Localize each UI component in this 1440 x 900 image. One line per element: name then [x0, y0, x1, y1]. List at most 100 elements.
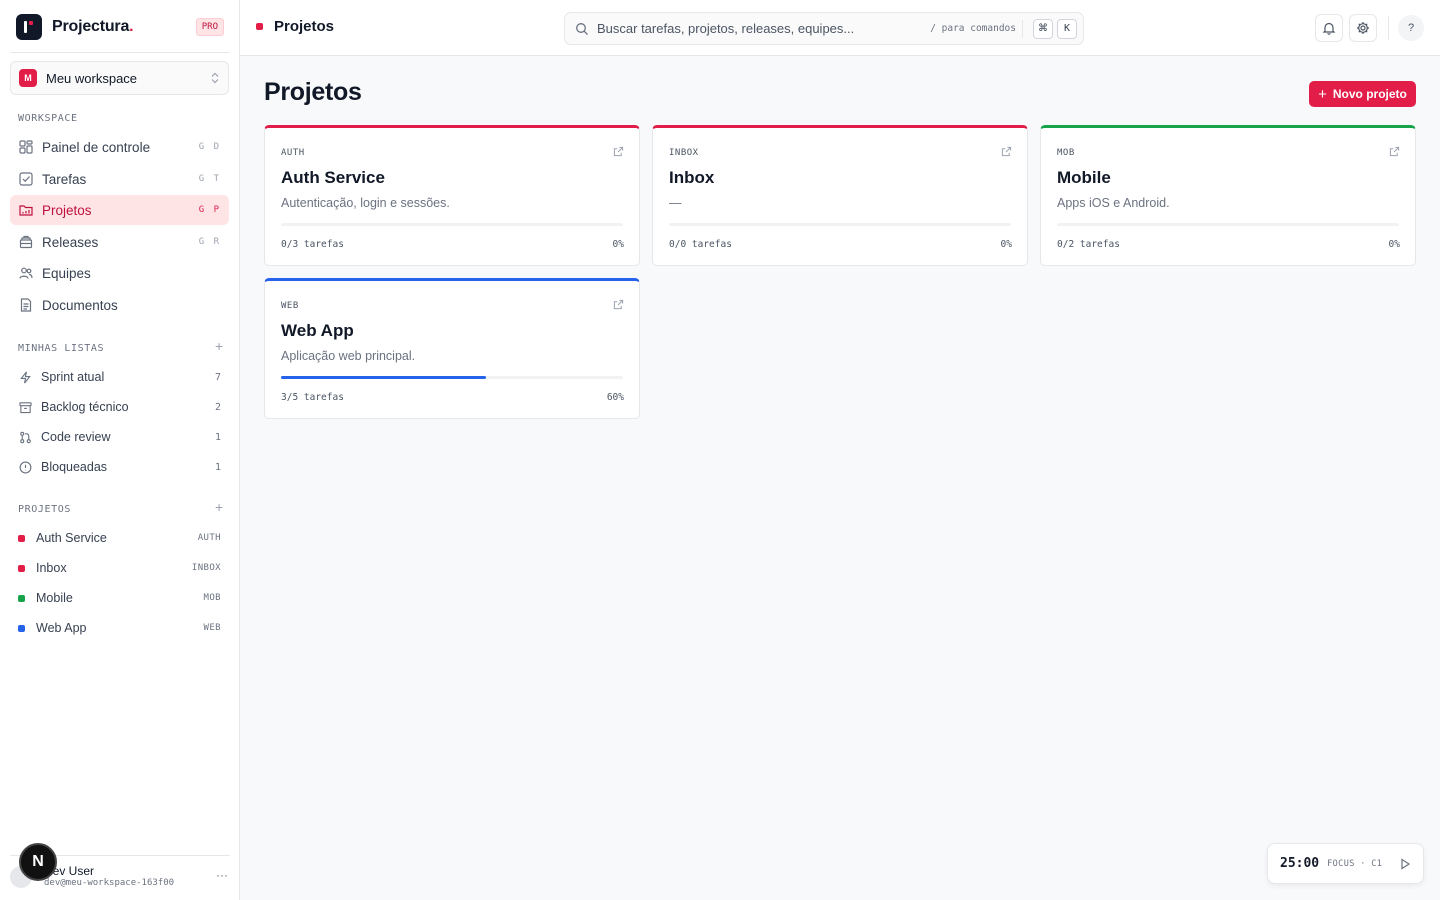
- help-button[interactable]: ?: [1398, 15, 1424, 41]
- section-label-lists: MINHAS LISTAS: [18, 343, 105, 354]
- project-color-dot: [18, 624, 25, 632]
- progress-percent: 60%: [606, 392, 624, 403]
- more-icon[interactable]: ···: [216, 868, 228, 882]
- project-item-web[interactable]: Web App WEB: [10, 615, 229, 641]
- search-bar[interactable]: / para comandos ⌘ K: [564, 12, 1084, 45]
- pro-badge: PRO: [195, 18, 224, 36]
- project-name: Mobile: [1057, 168, 1111, 187]
- project-key: MOB: [1057, 148, 1075, 158]
- project-color-dot: [18, 564, 25, 572]
- breadcrumb: Projetos: [256, 18, 334, 35]
- external-link-icon[interactable]: [1001, 146, 1012, 157]
- kbd-cmd-key: ⌘: [1033, 18, 1053, 39]
- brand-logo-icon: [16, 14, 42, 40]
- focus-timer[interactable]: 25:00 FOCUS · C1: [1267, 843, 1424, 884]
- archive-icon: [18, 400, 32, 414]
- search-hint: / para comandos: [930, 23, 1016, 34]
- timer-time: 25:00: [1280, 856, 1320, 871]
- plus-icon: +: [1318, 85, 1327, 103]
- progress-bar: [281, 223, 623, 226]
- lightning-icon: [18, 370, 32, 384]
- list-item-blocked[interactable]: Bloqueadas 1: [10, 454, 229, 480]
- project-card-inbox[interactable]: INBOX Inbox — 0/0 tarefas 0%: [652, 125, 1028, 266]
- dashboard-icon: [18, 139, 34, 155]
- project-color-dot: [18, 534, 25, 542]
- progress-percent: 0%: [612, 239, 624, 250]
- users-icon: [18, 265, 34, 281]
- add-project-button[interactable]: +: [215, 499, 223, 515]
- brand-name: Projectura.: [52, 18, 134, 35]
- list-item-sprint[interactable]: Sprint atual 7: [10, 364, 229, 390]
- project-item-auth[interactable]: Auth Service AUTH: [10, 525, 229, 551]
- page-title: Projetos: [264, 78, 362, 106]
- workspace-avatar: M: [19, 69, 37, 87]
- new-project-label: Novo projeto: [1332, 87, 1407, 101]
- section-label-workspace: WORKSPACE: [18, 113, 78, 124]
- settings-button[interactable]: [1349, 14, 1377, 42]
- project-description: Apps iOS e Android.: [1057, 196, 1170, 210]
- progress-percent: 0%: [1388, 239, 1400, 250]
- folder-icon: [18, 202, 34, 218]
- project-key: AUTH: [281, 148, 305, 158]
- nav-item-releases[interactable]: Releases G R: [10, 227, 229, 257]
- notifications-button[interactable]: [1315, 14, 1343, 42]
- project-description: Aplicação web principal.: [281, 349, 416, 363]
- list-item-code-review[interactable]: Code review 1: [10, 424, 229, 450]
- project-item-mobile[interactable]: Mobile MOB: [10, 585, 229, 611]
- project-card-web[interactable]: WEB Web App Aplicação web principal. 3/5…: [264, 278, 640, 419]
- project-description: Autenticação, login e sessões.: [281, 196, 450, 210]
- sidebar: Projectura. PRO M Meu workspace WORKSPAC…: [0, 0, 240, 900]
- external-link-icon[interactable]: [613, 299, 624, 310]
- search-icon: [575, 22, 589, 36]
- user-email: dev@meu-workspace-163f00: [44, 878, 175, 888]
- add-list-button[interactable]: +: [215, 338, 223, 354]
- workspace-select[interactable]: M Meu workspace: [10, 61, 229, 95]
- project-name: Inbox: [669, 168, 715, 187]
- task-count: 3/5 tarefas: [281, 392, 344, 403]
- external-link-icon[interactable]: [613, 146, 624, 157]
- workspace-name: Meu workspace: [46, 70, 138, 86]
- task-count: 0/0 tarefas: [669, 239, 732, 250]
- project-item-inbox[interactable]: Inbox INBOX: [10, 555, 229, 581]
- chevron-up-down-icon: [210, 72, 220, 84]
- nav-item-dashboard[interactable]: Painel de controle G D: [10, 132, 229, 162]
- external-link-icon[interactable]: [1389, 146, 1400, 157]
- nav-item-tasks[interactable]: Tarefas G T: [10, 164, 229, 194]
- document-icon: [18, 297, 34, 313]
- breadcrumb-dot: [256, 23, 263, 30]
- project-key: WEB: [281, 301, 299, 311]
- search-input[interactable]: [597, 21, 917, 36]
- divider: [1388, 16, 1389, 40]
- project-card-mobile[interactable]: MOB Mobile Apps iOS e Android. 0/2 taref…: [1040, 125, 1416, 266]
- new-project-button[interactable]: + Novo projeto: [1309, 81, 1416, 107]
- kbd-k-key: K: [1057, 18, 1077, 39]
- task-count: 0/2 tarefas: [1057, 239, 1120, 250]
- nav-item-teams[interactable]: Equipes: [10, 258, 229, 288]
- bell-icon: [1322, 21, 1336, 35]
- progress-percent: 0%: [1000, 239, 1012, 250]
- next-badge-icon[interactable]: N: [19, 843, 57, 881]
- progress-bar: [281, 376, 623, 379]
- section-label-projects: PROJETOS: [18, 504, 71, 515]
- checkbox-icon: [18, 171, 34, 187]
- gear-icon: [1356, 21, 1370, 35]
- project-key: INBOX: [669, 148, 699, 158]
- project-description: —: [669, 196, 682, 210]
- progress-fill: [281, 376, 487, 379]
- nav-item-projects[interactable]: Projetos G P: [10, 195, 229, 225]
- breadcrumb-label: Projetos: [274, 18, 335, 35]
- brand[interactable]: Projectura. PRO: [16, 14, 224, 40]
- git-pull-icon: [18, 430, 32, 444]
- project-card-auth[interactable]: AUTH Auth Service Autenticação, login e …: [264, 125, 640, 266]
- play-icon[interactable]: [1399, 857, 1411, 870]
- progress-bar: [1057, 223, 1399, 226]
- project-color-dot: [18, 594, 25, 602]
- topbar: Projetos / para comandos ⌘ K ?: [240, 0, 1440, 56]
- project-name: Auth Service: [281, 168, 385, 187]
- nav-item-documents[interactable]: Documentos: [10, 290, 229, 320]
- progress-bar: [669, 223, 1011, 226]
- package-icon: [18, 234, 34, 250]
- list-item-backlog[interactable]: Backlog técnico 2: [10, 394, 229, 420]
- project-name: Web App: [281, 321, 354, 340]
- divider: [1022, 19, 1023, 38]
